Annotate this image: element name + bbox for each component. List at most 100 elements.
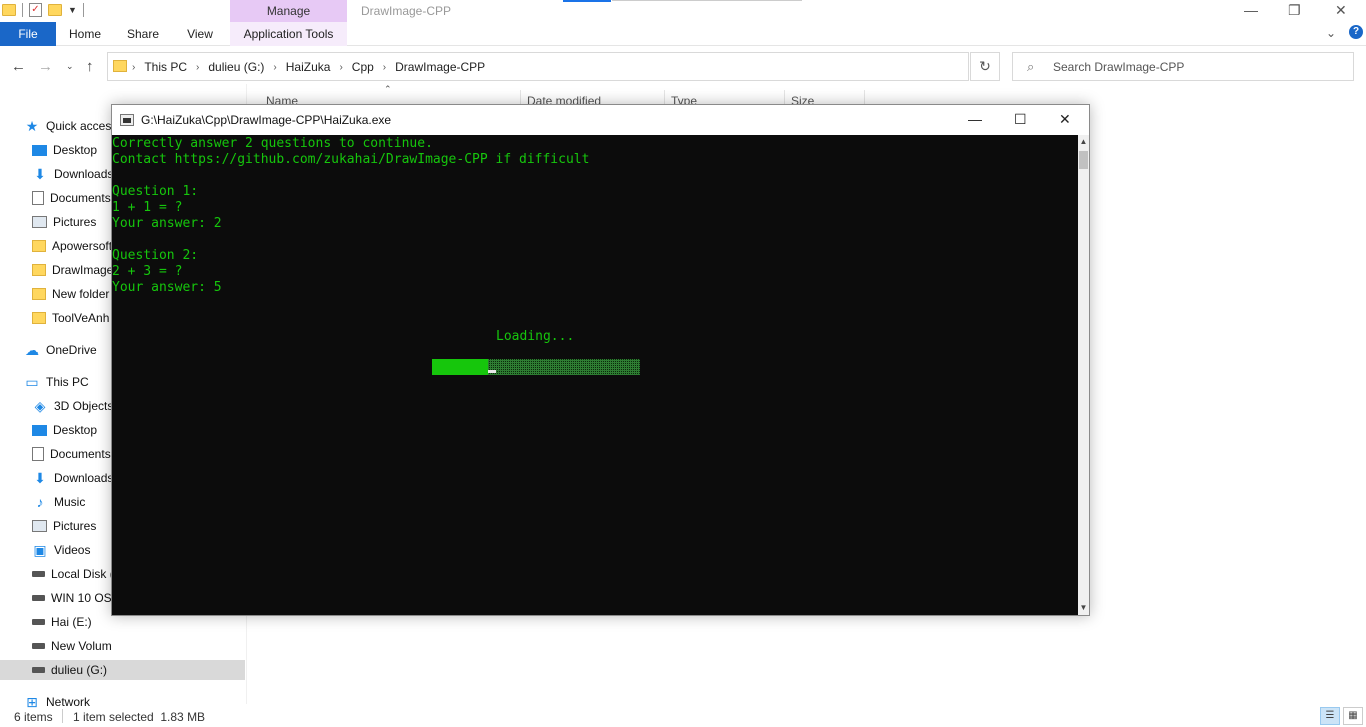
console-output[interactable]: Correctly answer 2 questions to continue… <box>112 135 1078 615</box>
console-line: Your answer: 2 <box>112 216 222 231</box>
window-title: DrawImage-CPP <box>361 4 452 18</box>
console-close-button[interactable]: ✕ <box>1059 111 1071 128</box>
sidebar-item-drawimage[interactable]: DrawImage <box>32 260 112 280</box>
up-arrow-icon[interactable]: ↑ <box>86 58 94 75</box>
sidebar-item-apowersoft[interactable]: Apowersoft <box>32 236 112 256</box>
console-title-bar[interactable]: G:\HaiZuka\Cpp\DrawImage-CPP\HaiZuka.exe… <box>112 105 1089 135</box>
properties-icon[interactable]: ✓ <box>29 3 42 17</box>
sidebar-item-videos[interactable]: ▣ Videos <box>32 540 112 560</box>
sidebar-item-quick-access[interactable]: ★ Quick access <box>24 116 112 136</box>
sidebar-item-win-10-os[interactable]: WIN 10 OS <box>32 588 112 608</box>
chevron-right-icon[interactable]: › <box>132 62 135 73</box>
column-divider[interactable] <box>784 90 785 104</box>
tab-view[interactable]: View <box>178 22 222 46</box>
scrollbar-thumb[interactable] <box>1079 151 1088 169</box>
refresh-button[interactable]: ↻ <box>970 52 1000 81</box>
sidebar-item-label: ToolVeAnh <box>52 311 110 325</box>
title-accent-line <box>563 0 611 2</box>
expand-ribbon-icon[interactable]: ⌄ <box>1326 26 1336 40</box>
sidebar-item-label: Music <box>54 495 86 509</box>
console-maximize-button[interactable]: ☐ <box>1014 111 1027 128</box>
forward-arrow-icon[interactable]: → <box>38 58 53 75</box>
computer-icon: ▭ <box>25 374 39 390</box>
sidebar-item-label: Documents <box>50 447 111 461</box>
help-icon[interactable]: ? <box>1349 25 1363 39</box>
tab-file[interactable]: File <box>0 22 56 46</box>
breadcrumb: › This PC › dulieu (G:) › HaiZuka › Cpp … <box>132 60 485 74</box>
new-folder-icon[interactable] <box>48 4 62 16</box>
tab-share[interactable]: Share <box>120 22 166 46</box>
console-scrollbar[interactable]: ▲ ▼ <box>1078 135 1089 615</box>
sidebar-item-3d-objects[interactable]: ◈ 3D Objects <box>32 396 112 416</box>
breadcrumb-haizuka[interactable]: HaiZuka <box>286 60 331 74</box>
chevron-right-icon[interactable]: › <box>339 62 342 73</box>
breadcrumb-drawimage-cpp[interactable]: DrawImage-CPP <box>395 60 485 74</box>
address-bar[interactable]: › This PC › dulieu (G:) › HaiZuka › Cpp … <box>107 52 1062 81</box>
restore-button[interactable]: ❐ <box>1288 2 1301 19</box>
sidebar-item-local-disk[interactable]: Local Disk ( <box>32 564 112 584</box>
folder-icon <box>32 240 46 252</box>
sidebar-item-label: Documents <box>50 191 111 205</box>
sidebar-item-desktop[interactable]: Desktop <box>32 140 112 160</box>
sidebar-item-this-pc[interactable]: ▭ This PC <box>24 372 112 392</box>
sidebar-item-documents[interactable]: Documents <box>32 188 112 208</box>
close-button[interactable]: ✕ <box>1335 2 1347 19</box>
status-bar: 6 items 1 item selected 1.83 MB <box>0 706 1366 727</box>
folder-icon <box>2 4 16 16</box>
text-cursor <box>488 370 496 373</box>
desktop-screen: ✓ ▼ Manage DrawImage-CPP — ❐ ✕ File Home… <box>0 0 1366 727</box>
sidebar-item-label: Pictures <box>53 519 97 533</box>
breadcrumb-drive[interactable]: dulieu (G:) <box>208 60 264 74</box>
quick-access-toolbar: ✓ ▼ <box>2 3 84 17</box>
search-input[interactable]: ⌕ Search DrawImage-CPP <box>1012 52 1354 81</box>
sidebar-item-music[interactable]: ♪ Music <box>32 492 112 512</box>
sidebar-item-label: WIN 10 OS <box>51 591 112 605</box>
sidebar-item-toolveanh[interactable]: ToolVeAnh <box>32 308 112 328</box>
loading-progress-bar <box>432 359 640 375</box>
chevron-right-icon[interactable]: › <box>273 62 276 73</box>
sidebar-item-pictures[interactable]: Pictures <box>32 212 112 232</box>
sidebar-item-downloads[interactable]: ⬇ Downloads <box>32 164 112 184</box>
breadcrumb-cpp[interactable]: Cpp <box>352 60 374 74</box>
sidebar-item-pictures[interactable]: Pictures <box>32 516 112 536</box>
sidebar-item-new-volume-f[interactable]: New Volume (F:) <box>32 636 112 656</box>
customize-toolbar-icon[interactable]: ▼ <box>68 5 77 15</box>
recent-locations-icon[interactable]: ⌄ <box>66 61 74 72</box>
console-minimize-button[interactable]: — <box>968 111 982 127</box>
manage-context-tab[interactable]: Manage <box>230 0 347 22</box>
refresh-icon: ↻ <box>979 58 991 74</box>
tab-home[interactable]: Home <box>60 22 110 46</box>
sidebar-item-new-folder[interactable]: New folder <box>32 284 112 304</box>
sidebar-item-label: Local Disk ( <box>51 567 112 581</box>
scroll-down-arrow-icon[interactable]: ▼ <box>1078 601 1089 615</box>
sidebar-item-hai-e[interactable]: Hai (E:) <box>32 612 112 632</box>
sidebar-item-label: Apowersoft <box>52 239 112 253</box>
console-app-icon[interactable] <box>120 114 134 126</box>
chevron-right-icon[interactable]: › <box>196 62 199 73</box>
sidebar-item-onedrive[interactable]: ☁ OneDrive <box>24 340 112 360</box>
back-arrow-icon[interactable]: ← <box>11 58 26 75</box>
breadcrumb-this-pc[interactable]: This PC <box>144 60 187 74</box>
large-icons-view-button[interactable]: ▦ <box>1343 707 1363 725</box>
drive-icon <box>32 619 45 625</box>
sidebar-item-dulieu-g[interactable]: dulieu (G:) <box>0 660 245 680</box>
details-view-button[interactable]: ☰ <box>1320 707 1340 725</box>
minimize-button[interactable]: — <box>1244 2 1258 18</box>
column-divider[interactable] <box>520 90 521 104</box>
sidebar-item-label: Quick access <box>46 119 112 133</box>
chevron-right-icon[interactable]: › <box>383 62 386 73</box>
sidebar-item-label: Desktop <box>53 143 98 157</box>
column-divider[interactable] <box>864 90 865 104</box>
details-view-icon: ☰ <box>1325 710 1335 721</box>
scroll-up-arrow-icon[interactable]: ▲ <box>1078 135 1089 149</box>
sidebar-item-downloads[interactable]: ⬇ Downloads <box>32 468 112 488</box>
column-divider[interactable] <box>664 90 665 104</box>
sidebar-item-label: DrawImage <box>52 263 112 277</box>
tab-application-tools[interactable]: Application Tools <box>230 22 347 46</box>
console-line: Correctly answer 2 questions to continue… <box>112 136 433 151</box>
sidebar-item-label: dulieu (G:) <box>51 663 108 677</box>
sidebar-item-label: Downloads <box>54 471 112 485</box>
sidebar-item-desktop[interactable]: Desktop <box>32 420 112 440</box>
sidebar-item-label: OneDrive <box>46 343 97 357</box>
sidebar-item-documents[interactable]: Documents <box>32 444 112 464</box>
